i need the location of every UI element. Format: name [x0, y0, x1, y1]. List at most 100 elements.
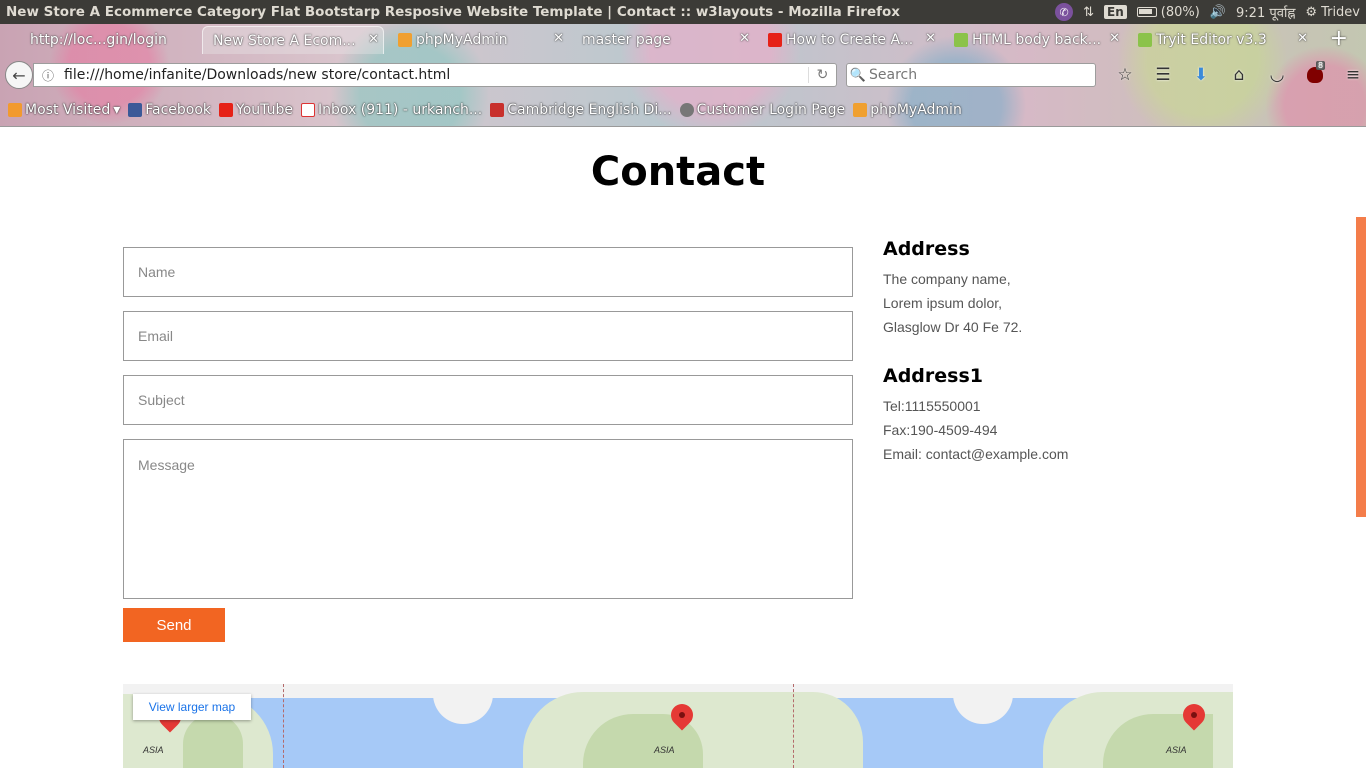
map-region-label: ASIA — [654, 745, 675, 755]
home-icon[interactable]: ⌂ — [1220, 63, 1258, 87]
ublock-icon: 8 — [1307, 61, 1326, 83]
battery-indicator[interactable]: (80%) — [1136, 4, 1200, 20]
tab-label: New Store A Ecom... — [213, 32, 356, 49]
email-input[interactable]: Email — [123, 311, 853, 361]
send-button[interactable]: Send — [123, 608, 225, 642]
page-title: Contact — [590, 149, 766, 195]
tab-label: Tryit Editor v3.3 — [1156, 32, 1267, 48]
map-land — [433, 684, 493, 724]
keyboard-language-indicator[interactable]: En — [1104, 5, 1127, 19]
youtube-icon — [219, 103, 234, 117]
volume-icon[interactable]: 🔊 — [1210, 5, 1226, 20]
system-tray: ✆ ⇅ En (80%) 🔊 9:21 पूर्वाह्न ⚙ Tridev — [1055, 3, 1366, 21]
globe-icon — [679, 103, 694, 117]
w3schools-icon — [1138, 33, 1152, 47]
map-land — [183, 714, 243, 768]
address-heading: Address — [883, 238, 970, 260]
pocket-icon[interactable]: ◡ — [1258, 63, 1296, 87]
bookmarks-toolbar: Most Visited ▾ Facebook YouTube Inbox (9… — [0, 96, 1366, 124]
bookmark-cambridge[interactable]: Cambridge English Di... — [490, 102, 672, 118]
tab-html-body-background[interactable]: HTML body back... ✕ — [948, 26, 1124, 54]
tab-label: http://loc...gin/login — [30, 32, 167, 48]
bookmark-label: Customer Login Page — [696, 102, 846, 118]
bookmark-phpmyadmin[interactable]: phpMyAdmin — [853, 102, 962, 118]
web-page: Contact Name Email Subject Message Send … — [0, 127, 1366, 768]
fax-line: Fax:190-4509-494 — [883, 422, 998, 438]
battery-percent: (80%) — [1160, 4, 1200, 20]
viber-icon[interactable]: ✆ — [1055, 3, 1074, 21]
subject-placeholder: Subject — [138, 392, 185, 408]
gear-icon: ⚙ — [1305, 4, 1318, 20]
bookmark-label: phpMyAdmin — [870, 102, 962, 118]
bookmark-label: Most Visited — [25, 102, 111, 118]
message-placeholder: Message — [138, 457, 195, 473]
phone-line: Tel:1115550001 — [883, 398, 981, 414]
tab-label: How to Create A... — [786, 32, 914, 48]
tab-strip: http://loc...gin/login New Store A Ecom.… — [0, 24, 1366, 54]
address-line: Glasglow Dr 40 Fe 72. — [883, 319, 1023, 335]
message-textarea[interactable]: Message — [123, 439, 853, 599]
tab-master-page[interactable]: master page ✕ — [576, 26, 754, 54]
battery-icon — [1136, 7, 1157, 17]
download-icon[interactable]: ⬇ — [1182, 63, 1220, 87]
tab-new-store-contact[interactable]: New Store A Ecom... ✕ — [202, 26, 384, 54]
map-land — [953, 684, 1013, 724]
tab-youtube-how-to[interactable]: How to Create A... ✕ — [762, 26, 940, 54]
facebook-icon — [128, 103, 143, 117]
tab-label: phpMyAdmin — [416, 32, 508, 48]
info-icon[interactable]: ⓘ — [38, 67, 58, 84]
name-input[interactable]: Name — [123, 247, 853, 297]
close-icon[interactable]: ✕ — [368, 32, 379, 47]
reload-icon[interactable]: ↻ — [808, 67, 836, 83]
email-placeholder: Email — [138, 328, 174, 344]
bookmark-customer-login[interactable]: Customer Login Page — [679, 102, 846, 118]
scrollbar-thumb[interactable] — [1356, 217, 1366, 517]
menu-hamburger-icon[interactable]: ≡ — [1334, 63, 1366, 87]
bookmark-label: Inbox (911) - urkanch... — [317, 102, 483, 118]
browser-chrome: http://loc...gin/login New Store A Ecom.… — [0, 24, 1366, 127]
session-menu[interactable]: ⚙ Tridev — [1305, 5, 1360, 20]
bookmark-youtube[interactable]: YouTube — [219, 102, 293, 118]
close-icon[interactable]: ✕ — [1297, 31, 1308, 46]
subject-input[interactable]: Subject — [123, 375, 853, 425]
back-button[interactable]: ← — [5, 61, 33, 89]
bookmark-star-icon[interactable]: ☆ — [1106, 63, 1144, 87]
tab-tryit-editor[interactable]: Tryit Editor v3.3 ✕ — [1132, 26, 1312, 54]
back-arrow-icon: ← — [12, 65, 26, 85]
bookmark-facebook[interactable]: Facebook — [128, 102, 211, 118]
phpmyadmin-icon — [853, 103, 868, 117]
network-icon[interactable]: ⇅ — [1083, 5, 1094, 20]
url-text[interactable]: file:///home/infanite/Downloads/new stor… — [58, 67, 808, 83]
email-line: Email: contact@example.com — [883, 446, 1069, 462]
bookmarks-list-icon[interactable]: ☰ — [1144, 63, 1182, 87]
toolbar-icons: ☆ ☰ ⬇ ⌂ ◡ 8 ≡ — [1106, 61, 1366, 87]
tab-label: master page — [582, 32, 671, 48]
google-map[interactable]: ASIA ASIA ASIA View larger map — [123, 684, 1233, 768]
ublock-button[interactable]: 8 — [1296, 61, 1334, 87]
search-icon: 🔍 — [849, 67, 867, 83]
rss-folder-icon — [8, 103, 22, 117]
bookmark-label: Facebook — [145, 102, 212, 118]
map-region-label: ASIA — [143, 745, 164, 755]
bookmark-gmail-inbox[interactable]: Inbox (911) - urkanch... — [300, 102, 483, 118]
map-border-line — [283, 684, 284, 768]
chevron-down-icon: ▾ — [113, 102, 121, 118]
close-icon[interactable]: ✕ — [1109, 31, 1120, 46]
bookmark-most-visited[interactable]: Most Visited ▾ — [8, 102, 120, 118]
view-larger-map-link[interactable]: View larger map — [133, 694, 251, 720]
map-region-label: ASIA — [1166, 745, 1187, 755]
tab-localhost-login[interactable]: http://loc...gin/login — [6, 26, 196, 54]
bookmark-label: YouTube — [236, 102, 293, 118]
close-icon[interactable]: ✕ — [739, 31, 750, 46]
address-line: Lorem ipsum dolor, — [883, 295, 1003, 311]
map-border-line — [793, 684, 794, 768]
search-bar[interactable]: 🔍 Search — [846, 63, 1096, 87]
search-placeholder: Search — [869, 67, 918, 83]
tab-phpmyadmin[interactable]: phpMyAdmin ✕ — [392, 26, 568, 54]
close-icon[interactable]: ✕ — [553, 31, 564, 46]
new-tab-button[interactable]: + — [1330, 26, 1348, 51]
close-icon[interactable]: ✕ — [925, 31, 936, 46]
url-bar[interactable]: ⓘ file:///home/infanite/Downloads/new st… — [33, 63, 837, 87]
clock[interactable]: 9:21 पूर्वाह्न — [1236, 3, 1295, 21]
w3schools-icon — [954, 33, 968, 47]
